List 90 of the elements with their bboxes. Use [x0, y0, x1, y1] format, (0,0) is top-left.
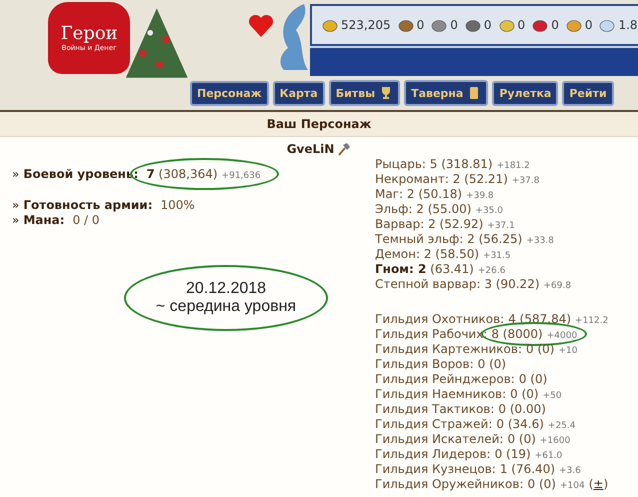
paren: )	[603, 477, 608, 491]
guild-name: Гильдия Лидеров:	[375, 447, 491, 461]
faction-bonus: +181.2	[496, 161, 530, 171]
hammer-icon	[337, 142, 352, 156]
guild-level: 0 (0)	[507, 432, 536, 446]
guild-name: Гильдия Картежников:	[375, 342, 522, 356]
resource-count: 0	[518, 18, 526, 32]
nav-tab[interactable]: Персонаж	[190, 80, 269, 106]
resource-count: 0	[450, 18, 458, 32]
faction-bonus: +31.5	[483, 251, 511, 261]
guild-name: Гильдия Наемников:	[375, 387, 506, 401]
bullet-mark: »	[12, 198, 20, 212]
faction-level: Темный эльф: 2 (56.25)	[375, 232, 522, 246]
faction-bonus: +37.8	[512, 176, 540, 186]
guild-level: 8 (8000)	[491, 327, 543, 341]
resource-icon	[322, 18, 338, 32]
plus-minus-link[interactable]: ±	[593, 477, 604, 491]
nav-tab[interactable]: Таверна	[404, 80, 488, 106]
guild-bonus: +61.0	[534, 451, 562, 461]
guild-name: Гильдия Рейнджеров:	[375, 372, 515, 386]
resource-count: 0	[551, 18, 559, 32]
stat-label: Мана:	[23, 213, 65, 227]
resource-icon	[566, 18, 582, 32]
faction-level: Варвар: 2 (52.92)	[375, 217, 484, 231]
faction-bonus: +39.8	[466, 191, 494, 201]
nav-tab[interactable]: Рулетка	[492, 80, 558, 106]
guild-level: 0 (0)	[528, 477, 556, 491]
faction-bonus: +37.1	[487, 221, 515, 231]
resource-icon	[532, 18, 548, 32]
faction-bonus: +35.0	[475, 206, 503, 216]
resource-icon	[398, 18, 414, 32]
resource-count: 0	[484, 18, 492, 32]
guild-bonus: +4000	[546, 331, 578, 341]
faction-bonus: +26.6	[478, 266, 506, 276]
guild-bonus: +50	[542, 391, 562, 401]
resource-icon	[464, 18, 481, 32]
guild-bonus: +1600	[540, 436, 570, 446]
logo-title: Герои	[60, 24, 118, 44]
heart-icon[interactable]	[248, 14, 274, 38]
annotation-text: ~ середина уровня	[156, 298, 296, 316]
resource-count: 523,205	[341, 18, 391, 32]
resource-icon	[599, 18, 616, 32]
player-name[interactable]: GveLiN	[286, 142, 334, 156]
paren: (	[588, 477, 594, 491]
guild-name: Гильдия Тактиков:	[375, 402, 494, 416]
guild-level: 0 (0.00)	[498, 402, 546, 416]
guild-level: 0 (0)	[510, 387, 539, 401]
guild-level: 0 (0)	[526, 342, 554, 356]
guild-name: Гильдия Стражей:	[375, 417, 492, 431]
faction-level: Некромант: 2 (52.21)	[375, 172, 508, 186]
guild-bonus: +25.4	[548, 421, 576, 431]
resource-count: 1.8	[618, 18, 638, 32]
resource-count: 0	[416, 18, 424, 32]
guild-name: Гильдия Воров:	[375, 357, 474, 371]
faction-level: Демон: 2 (58.50)	[375, 247, 480, 261]
guild-name: Гильдия Оружейников:	[375, 477, 524, 491]
faction-bonus: +33.8	[526, 236, 554, 246]
nav-tab[interactable]: Карта	[272, 80, 325, 106]
stat-value: 100%	[160, 198, 195, 212]
resource-icon	[431, 18, 448, 32]
bullet-mark: »	[12, 167, 20, 181]
nav-tab[interactable]: Рейти	[562, 80, 614, 106]
faction-bonus: +69.8	[544, 281, 572, 291]
bullet-mark: »	[12, 213, 20, 227]
stat-value: 0 / 0	[72, 213, 100, 227]
guild-level: 1 (76.40)	[500, 462, 556, 476]
faction-level: Маг: 2 (50.18)	[375, 187, 462, 201]
guild-bonus: +3.6	[559, 466, 581, 476]
guild-level: 0 (0)	[518, 372, 548, 386]
guild-level: 0 (0)	[478, 357, 506, 371]
nav-tab[interactable]: Битвы	[328, 80, 400, 106]
faction-level: Эльф: 2 (55.00)	[375, 202, 472, 216]
stat-label: Готовность армии:	[23, 198, 153, 212]
guild-level: 0 (34.6)	[496, 417, 544, 431]
resource-count: 0	[584, 18, 592, 32]
guild-name: Гильдия Охотников:	[375, 312, 504, 326]
annotation-text: 20.12.2018	[186, 280, 266, 298]
guild-level: 0 (19)	[494, 447, 531, 461]
resource-icon	[498, 18, 515, 32]
guild-bonus: +10	[558, 346, 578, 356]
guild-name: Гильдия Искателей:	[375, 432, 504, 446]
faction-level: Гном: 2 (63.41)	[375, 262, 474, 276]
guild-name: Гильдия Кузнецов:	[375, 462, 496, 476]
faction-level: Рыцарь: 5 (318.81)	[375, 157, 493, 171]
stat-value: 7 (308,364)	[146, 167, 218, 181]
guild-bonus: +104	[560, 481, 585, 491]
stat-bonus: +91,636	[222, 171, 261, 181]
guild-bonus: +112.2	[575, 316, 608, 326]
faction-level: Степной варвар: 3 (90.22)	[375, 277, 540, 291]
section-title: Ваш Персонаж	[266, 117, 372, 131]
